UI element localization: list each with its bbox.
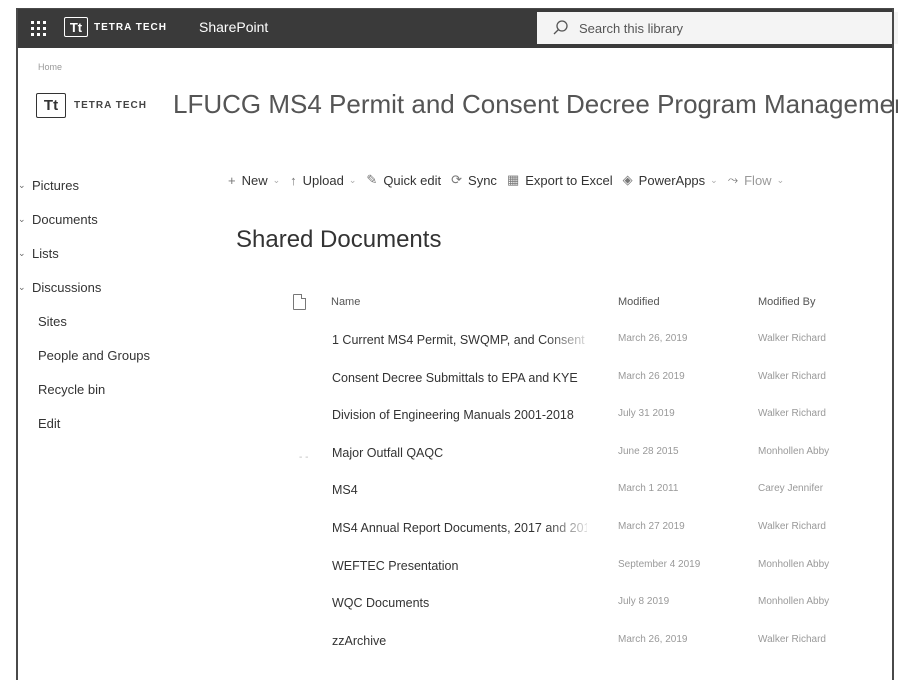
row-modified: March 27 2019	[618, 520, 685, 532]
column-header-modified[interactable]: Modified	[618, 296, 660, 308]
sync-label: Sync	[468, 172, 497, 188]
row-modified-by: Monhollen Abby	[758, 596, 830, 608]
row-modified-by: Walker Richard	[758, 408, 826, 420]
row-name-link[interactable]: Major Outfall QAQC	[332, 446, 587, 460]
nav-item-recycle-bin[interactable]: Recycle bin	[18, 372, 178, 406]
row-name-link[interactable]: Consent Decree Submittals to EPA and KYE	[332, 371, 587, 385]
document-list: 1 Current MS4 Permit, SWQMP, and Consent…	[287, 323, 887, 661]
table-row[interactable]: zzArchive March 26, 2019 Walker Richard	[287, 624, 887, 662]
row-status-mark: - -	[299, 451, 309, 463]
row-modified-by: Walker Richard	[758, 333, 826, 344]
row-modified: September 4 2019	[618, 558, 701, 570]
tetra-tech-site-logo-icon: Tt	[36, 93, 66, 118]
table-row[interactable]: Division of Engineering Manuals 2001-201…	[287, 398, 887, 436]
powerapps-button[interactable]: ◈ PowerApps ⌄	[623, 172, 718, 188]
chevron-down-icon: ⌄	[710, 174, 718, 185]
row-name-link[interactable]: MS4	[332, 483, 587, 497]
row-modified-by: Walker Richard	[758, 370, 826, 382]
file-type-icon[interactable]	[293, 294, 306, 310]
table-row[interactable]: WQC Documents July 8 2019 Monhollen Abby	[287, 586, 887, 624]
upload-label: Upload	[302, 172, 344, 188]
row-modified-by: Carey Jennifer	[758, 483, 824, 495]
flow-label: Flow	[744, 172, 772, 188]
table-row[interactable]: - - Major Outfall QAQC June 28 2015 Monh…	[287, 436, 887, 474]
site-title[interactable]: LFUCG MS4 Permit and Consent Decree Prog…	[173, 89, 898, 120]
new-label: New	[241, 172, 268, 188]
nav-item-discussions[interactable]: ⌄ Discussions	[18, 270, 178, 304]
plus-icon: +	[228, 172, 236, 188]
site-brand-text: TETRA TECH	[74, 100, 147, 111]
row-modified: June 28 2015	[618, 445, 679, 457]
new-button[interactable]: + New ⌄	[228, 173, 280, 188]
row-name-link[interactable]: zzArchive	[332, 634, 587, 648]
upload-button[interactable]: ↑ Upload ⌄	[290, 173, 356, 188]
library-title: Shared Documents	[236, 226, 442, 253]
breadcrumb[interactable]: Home	[38, 62, 62, 72]
nav-item-label: Recycle bin	[38, 381, 106, 397]
row-name-link[interactable]: Division of Engineering Manuals 2001-201…	[332, 408, 587, 422]
sync-button[interactable]: ⟳ Sync	[451, 172, 497, 188]
row-modified: July 8 2019	[618, 596, 670, 608]
table-row[interactable]: MS4 Annual Report Documents, 2017 and 20…	[287, 511, 887, 549]
left-navigation: ⌄ Pictures ⌄ Documents ⌄ Lists ⌄ Discuss…	[18, 168, 178, 440]
row-modified: July 31 2019	[618, 408, 675, 420]
flow-button[interactable]: ⤳ Flow ⌄	[728, 172, 784, 188]
chevron-down-icon[interactable]: ⌄	[18, 282, 32, 293]
powerapps-label: PowerApps	[638, 172, 706, 188]
name-fade-overlay	[545, 331, 595, 349]
nav-item-label: Edit	[38, 415, 61, 431]
row-modified: March 26, 2019	[618, 333, 688, 344]
nav-item-sites[interactable]: Sites	[18, 304, 178, 338]
name-fade-overlay	[545, 518, 595, 537]
nav-item-label: People and Groups	[38, 347, 151, 363]
table-row[interactable]: MS4 March 1 2011 Carey Jennifer	[287, 473, 887, 511]
chevron-down-icon[interactable]: ⌄	[18, 180, 32, 191]
command-bar: + New ⌄ ↑ Upload ⌄ ✎ Quick edit ⟳ Sync ▦…	[228, 168, 794, 192]
site-logo[interactable]: Tt TETRA TECH	[36, 93, 147, 118]
sync-icon: ⟳	[451, 172, 463, 187]
row-modified-by: Walker Richard	[758, 633, 826, 645]
export-to-excel-button[interactable]: ▦ Export to Excel	[507, 172, 613, 188]
chevron-down-icon: ⌄	[776, 174, 785, 185]
column-header-modified-by[interactable]: Modified By	[758, 296, 815, 308]
row-name-link[interactable]: WQC Documents	[332, 596, 587, 610]
upload-icon: ↑	[290, 172, 297, 188]
nav-item-edit[interactable]: Edit	[18, 406, 178, 440]
column-header-name[interactable]: Name	[331, 296, 360, 308]
chevron-down-icon: ⌄	[348, 174, 357, 185]
table-row[interactable]: WEFTEC Presentation September 4 2019 Mon…	[287, 549, 887, 587]
quick-edit-button[interactable]: ✎ Quick edit	[366, 172, 441, 188]
export-label: Export to Excel	[525, 172, 613, 188]
nav-item-pictures[interactable]: ⌄ Pictures	[18, 168, 178, 202]
powerapps-icon: ◈	[622, 172, 633, 187]
row-modified: March 1 2011	[618, 483, 679, 495]
row-modified-by: Monhollen Abby	[758, 558, 830, 570]
table-row[interactable]: 1 Current MS4 Permit, SWQMP, and Consent…	[287, 323, 887, 361]
chevron-down-icon: ⌄	[272, 174, 281, 185]
flow-icon: ⤳	[727, 172, 739, 187]
nav-item-people-and-groups[interactable]: People and Groups	[18, 338, 178, 372]
row-modified-by: Walker Richard	[758, 520, 826, 532]
nav-item-label: Sites	[38, 313, 67, 329]
row-modified: March 26 2019	[618, 370, 685, 382]
pencil-icon: ✎	[366, 172, 378, 187]
nav-item-label: Pictures	[32, 177, 79, 193]
nav-item-label: Documents	[32, 211, 98, 227]
table-row[interactable]: Consent Decree Submittals to EPA and KYE…	[287, 361, 887, 399]
chevron-down-icon[interactable]: ⌄	[18, 248, 32, 259]
row-modified: March 26, 2019	[618, 633, 688, 645]
row-name-link[interactable]: WEFTEC Presentation	[332, 559, 587, 573]
quick-edit-label: Quick edit	[383, 172, 442, 188]
list-header: Name Modified Modified By	[287, 294, 887, 314]
nav-item-lists[interactable]: ⌄ Lists	[18, 236, 178, 270]
row-modified-by: Monhollen Abby	[758, 445, 830, 457]
excel-icon: ▦	[506, 172, 520, 187]
chevron-down-icon[interactable]: ⌄	[18, 214, 32, 225]
nav-item-label: Lists	[32, 245, 59, 261]
nav-item-documents[interactable]: ⌄ Documents	[18, 202, 178, 236]
nav-item-label: Discussions	[32, 279, 102, 295]
